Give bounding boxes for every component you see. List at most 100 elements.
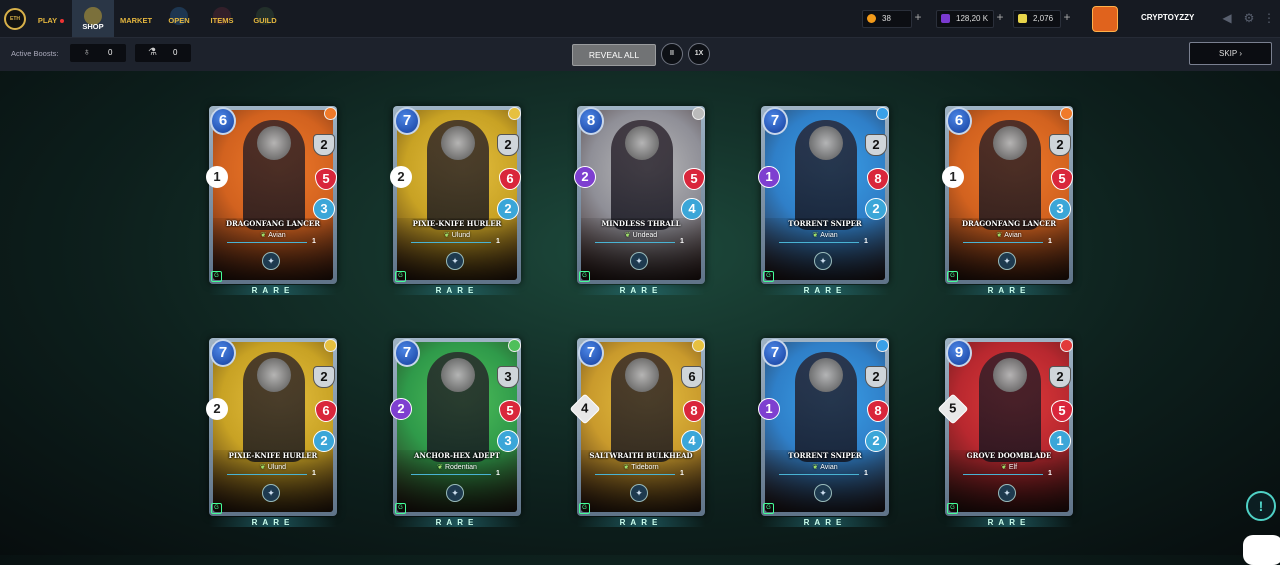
nav-guild-label: GUILD xyxy=(253,16,277,25)
card-name: SALTWRAITH BULKHEAD xyxy=(589,451,693,460)
attack-stat: 2 xyxy=(390,398,412,420)
card-level: 1 xyxy=(680,238,684,245)
ability-icon[interactable]: ✦ xyxy=(446,484,464,502)
help-icon[interactable]: ! xyxy=(1246,491,1276,521)
ability-icon[interactable]: ✦ xyxy=(814,484,832,502)
card[interactable]: 8 5 4 2 MINDLESS THRALL ❦ Undead 1 ✦ G xyxy=(574,106,705,284)
mana-cost: 7 xyxy=(578,339,604,367)
armor-stat: 2 xyxy=(1049,366,1071,388)
card-type-label: Avian xyxy=(1004,232,1022,239)
boost-potion-a[interactable]: ♁ 0 xyxy=(70,44,126,62)
gear-icon[interactable]: ⚙ xyxy=(1242,11,1256,25)
ability-icon[interactable]: ✦ xyxy=(814,252,832,270)
reveal-all-button[interactable]: REVEAL ALL xyxy=(572,44,656,66)
ability-icon[interactable]: ✦ xyxy=(630,484,648,502)
boost-potion-b[interactable]: ⚗ 0 xyxy=(135,44,191,62)
ability-icon[interactable]: ✦ xyxy=(998,252,1016,270)
speed-stat: 3 xyxy=(1049,198,1071,220)
card[interactable]: 6 2 5 3 1 DRAGONFANG LANCER ❦ Avian 1 ✦ G xyxy=(206,106,337,284)
nav-open[interactable]: OPEN xyxy=(158,0,200,37)
speed-button[interactable]: 1X xyxy=(688,43,710,65)
attack-stat: 2 xyxy=(206,398,228,420)
rarity-label: RARE xyxy=(619,518,663,527)
element-icon xyxy=(692,107,705,120)
rarity-label: RARE xyxy=(251,286,295,295)
card[interactable]: 7 2 6 2 2 PIXIE-KNIFE HURLER ❦ Ulund 1 ✦ G xyxy=(390,106,521,284)
element-icon xyxy=(324,107,337,120)
card[interactable]: 7 2 6 2 2 PIXIE-KNIFE HURLER ❦ Ulund 1 ✦ G xyxy=(206,338,337,516)
energy-balance: 2,076 xyxy=(1013,10,1061,28)
ability-icon[interactable]: ✦ xyxy=(262,252,280,270)
armor-stat: 2 xyxy=(1049,134,1071,156)
leaf-icon: ❦ xyxy=(623,464,630,471)
card-type: ❦ Avian xyxy=(761,463,889,471)
card-type: ❦ Ulund xyxy=(209,463,337,471)
skip-button[interactable]: SKIP › xyxy=(1189,42,1272,65)
boost-bar: Active Boosts: ♁ 0 ⚗ 0 REVEAL ALL II 1X … xyxy=(0,38,1280,71)
element-icon xyxy=(508,339,521,352)
mana-cost: 6 xyxy=(946,107,972,135)
speed-stat: 4 xyxy=(681,198,703,220)
logo-icon[interactable]: ETH xyxy=(4,8,26,30)
mana-cost: 8 xyxy=(578,107,604,135)
card-type-label: Rodentian xyxy=(444,464,477,471)
nav-shop[interactable]: SHOP xyxy=(72,0,114,37)
element-icon xyxy=(1060,339,1073,352)
potion-bag-icon: ♁ xyxy=(83,47,91,58)
rarity-label: RARE xyxy=(435,518,479,527)
card-level: 1 xyxy=(1048,238,1052,245)
ability-icon[interactable]: ✦ xyxy=(262,484,280,502)
chat-button[interactable] xyxy=(1243,535,1280,565)
armor-stat: 2 xyxy=(497,134,519,156)
leaf-icon: ❦ xyxy=(443,232,450,239)
card-level: 1 xyxy=(864,238,868,245)
character-head xyxy=(625,126,659,160)
mana-cost: 7 xyxy=(762,339,788,367)
armor-stat: 2 xyxy=(865,366,887,388)
speed-stat: 2 xyxy=(313,430,335,452)
card-level: 1 xyxy=(312,238,316,245)
mana-cost: 7 xyxy=(210,339,236,367)
health-stat: 5 xyxy=(1051,168,1073,190)
rarity-label: RARE xyxy=(619,286,663,295)
card-name: DRAGONFANG LANCER xyxy=(961,219,1057,228)
add-crystal-button[interactable]: + xyxy=(994,11,1006,25)
card-name: MINDLESS THRALL xyxy=(601,219,681,228)
foil-icon: G xyxy=(395,271,406,282)
card-type: ❦ Undead xyxy=(577,231,705,239)
avatar[interactable] xyxy=(1092,6,1118,32)
rarity-label: RARE xyxy=(987,518,1031,527)
card[interactable]: 7 6 8 4 4 SALTWRAITH BULKHEAD ❦ Tideborn 1 ✦ G xyxy=(569,338,705,516)
card[interactable]: 6 2 5 3 1 DRAGONFANG LANCER ❦ Avian 1 ✦ G xyxy=(942,106,1073,284)
menu-icon[interactable]: ⋮ xyxy=(1262,11,1276,25)
pause-button[interactable]: II xyxy=(661,43,683,65)
sound-icon[interactable]: ◀ xyxy=(1220,11,1234,25)
ability-icon[interactable]: ✦ xyxy=(630,252,648,270)
add-gold-button[interactable]: + xyxy=(912,11,924,25)
nav-items[interactable]: ITEMS xyxy=(201,0,243,37)
ability-icon[interactable]: ✦ xyxy=(998,484,1016,502)
rarity-label: RARE xyxy=(803,286,847,295)
add-energy-button[interactable]: + xyxy=(1061,11,1073,25)
health-stat: 8 xyxy=(867,168,889,190)
nav-guild[interactable]: GUILD xyxy=(244,0,286,37)
mana-cost: 7 xyxy=(394,107,420,135)
card[interactable]: 7 2 8 2 1 TORRENT SNIPER ❦ Avian 1 ✦ G xyxy=(758,106,889,284)
gold-coin-icon xyxy=(867,14,876,23)
dark-value: 128,20 K xyxy=(956,14,989,23)
card[interactable]: 7 2 8 2 1 TORRENT SNIPER ❦ Avian 1 ✦ G xyxy=(758,338,889,516)
health-stat: 5 xyxy=(683,168,705,190)
username[interactable]: CRYPTOYZZY xyxy=(1141,13,1194,22)
rarity-label: RARE xyxy=(435,286,479,295)
nav-play[interactable]: PLAY xyxy=(30,0,72,37)
active-boosts-label: Active Boosts: xyxy=(11,49,59,58)
card[interactable]: 9 2 5 1 5 GROVE DOOMBLADE ❦ Elf 1 ✦ G xyxy=(937,338,1073,516)
ranged-attack-value: 4 xyxy=(581,400,589,416)
leaf-icon: ❦ xyxy=(624,232,631,239)
ability-icon[interactable]: ✦ xyxy=(446,252,464,270)
card[interactable]: 7 3 5 3 2 ANCHOR-HEX ADEPT ❦ Rodentian 1 ✦ G xyxy=(390,338,521,516)
speed-stat: 3 xyxy=(313,198,335,220)
top-bar: ETH PLAY SHOP MARKET OPEN ITEMS GUILD 38… xyxy=(0,0,1280,38)
nav-market[interactable]: MARKET xyxy=(115,0,157,37)
nav-items-label: ITEMS xyxy=(210,16,234,25)
